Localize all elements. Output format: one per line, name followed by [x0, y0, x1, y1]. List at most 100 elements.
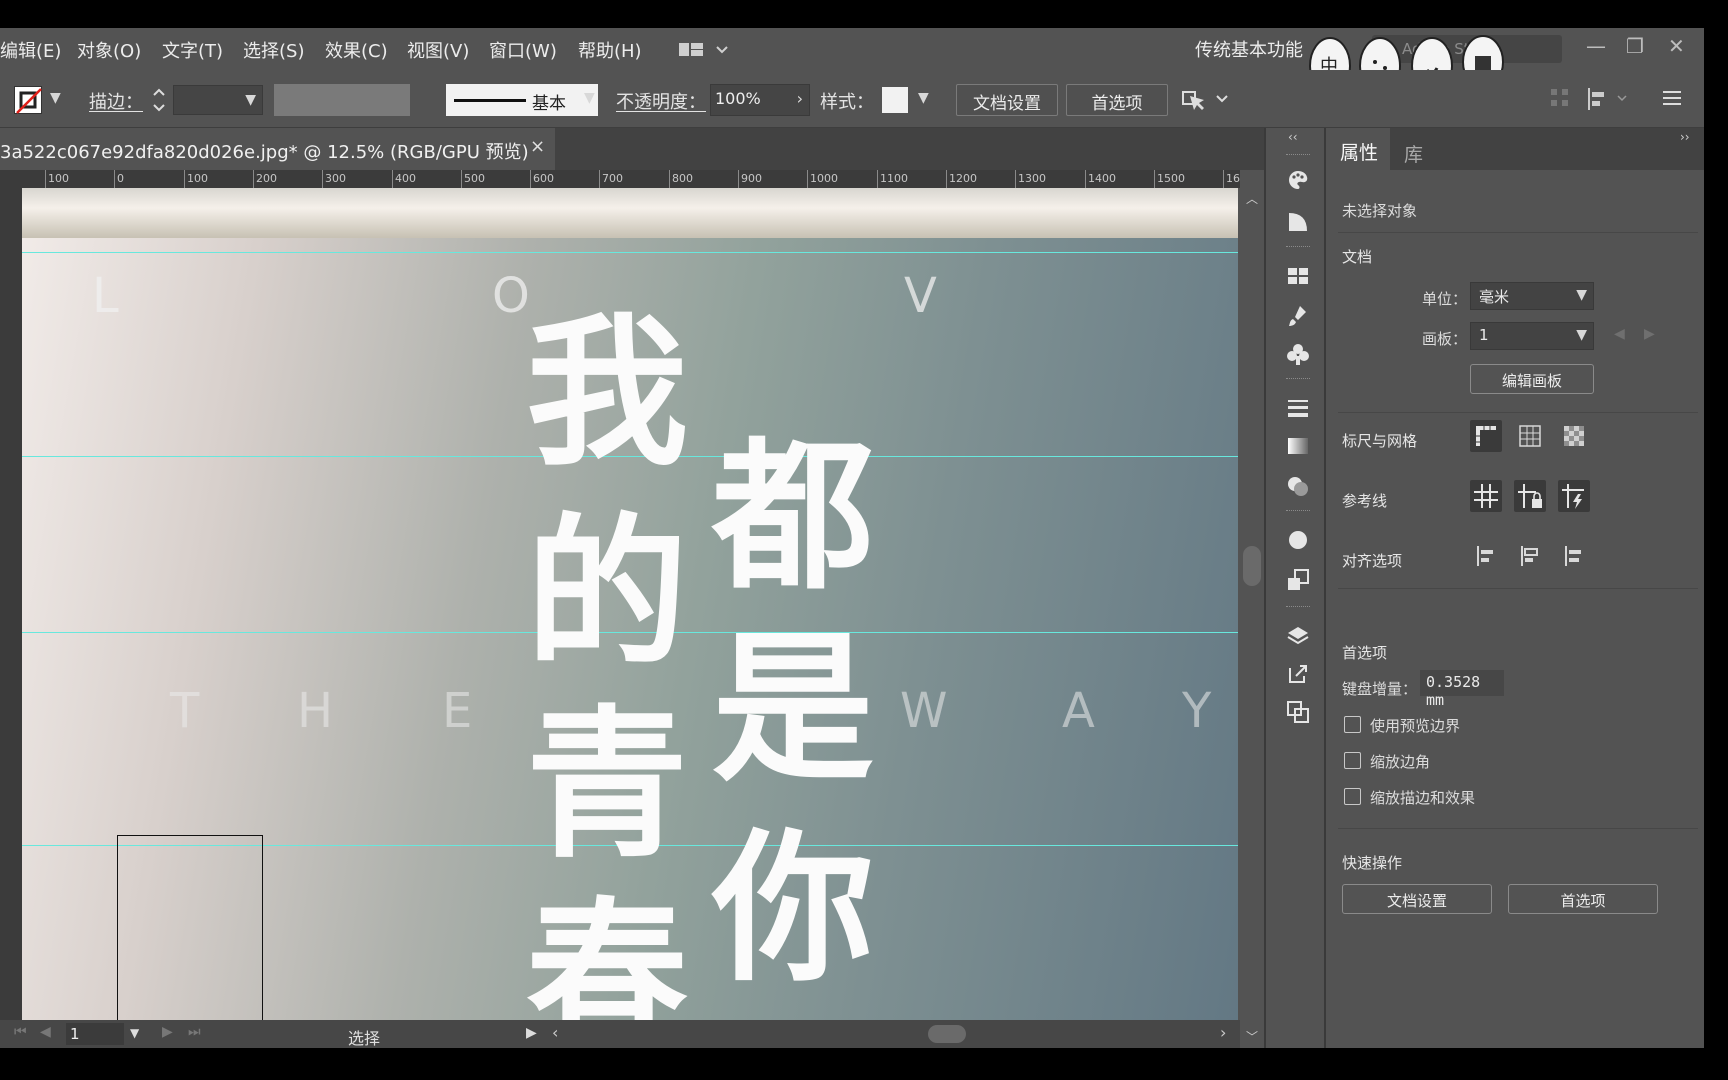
- menu-object[interactable]: 对象(O): [77, 37, 141, 63]
- stroke-label[interactable]: 描边：: [89, 88, 143, 114]
- close-window-icon[interactable]: ✕: [1668, 34, 1685, 58]
- graphic-style-swatch[interactable]: [882, 87, 908, 113]
- align-options-title: 对齐选项: [1342, 552, 1403, 570]
- restore-icon[interactable]: ❐: [1626, 34, 1644, 58]
- chevron-right-icon[interactable]: ›: [797, 89, 803, 108]
- units-dropdown[interactable]: 毫米 ▼: [1470, 282, 1594, 310]
- document-tab[interactable]: 3a522c067e92dfa820d026e.jpg* @ 12.5% (RG…: [0, 128, 555, 170]
- artboard-number-input[interactable]: 1: [66, 1023, 124, 1045]
- status-menu-icon[interactable]: ▶: [526, 1025, 537, 1041]
- arrange-documents-icon[interactable]: [678, 40, 728, 60]
- transparency-grid-icon[interactable]: [1558, 420, 1590, 452]
- chevron-down-icon[interactable]: ▼: [245, 92, 256, 108]
- stroke-panel-icon[interactable]: [1286, 396, 1310, 420]
- color-guide-icon[interactable]: [1286, 210, 1310, 234]
- menu-effect[interactable]: 效果(C): [325, 37, 388, 63]
- symbols-icon[interactable]: [1286, 342, 1310, 366]
- rectangle-shape[interactable]: [117, 835, 263, 1020]
- align-options-icon[interactable]: [1586, 86, 1632, 112]
- preview-bounds-checkbox[interactable]: [1344, 716, 1361, 733]
- menu-select[interactable]: 选择(S): [243, 37, 304, 63]
- panel-grip[interactable]: [1286, 378, 1310, 381]
- artboards-icon[interactable]: [1286, 700, 1310, 724]
- select-similar-icon[interactable]: [1180, 86, 1230, 114]
- lock-guides-icon[interactable]: [1514, 480, 1546, 512]
- first-artboard-icon[interactable]: ⏮: [14, 1024, 27, 1040]
- menu-edit[interactable]: 编辑(E): [0, 37, 61, 63]
- vertical-scrollbar[interactable]: ︿ ﹀: [1240, 188, 1264, 1048]
- chevron-down-icon[interactable]: ▼: [918, 90, 929, 106]
- tab-properties[interactable]: 属性: [1328, 128, 1391, 170]
- quick-preferences-button[interactable]: 首选项: [1508, 884, 1658, 914]
- menu-help[interactable]: 帮助(H): [578, 37, 642, 63]
- layers-icon[interactable]: [1286, 624, 1310, 648]
- panel-menu-icon[interactable]: [1660, 86, 1684, 110]
- transparency-icon[interactable]: [1286, 474, 1310, 498]
- edit-artboards-button[interactable]: 编辑画板: [1470, 364, 1594, 394]
- gradient-icon[interactable]: [1286, 434, 1310, 458]
- collapse-panels-icon[interactable]: ‹‹: [1288, 130, 1298, 144]
- align-grid-icon[interactable]: [1548, 86, 1572, 110]
- vertical-ruler[interactable]: [0, 188, 22, 1048]
- scroll-right-icon[interactable]: ›: [1220, 1023, 1226, 1042]
- stroke-swatch-none-icon[interactable]: [14, 86, 42, 114]
- color-palette-icon[interactable]: [1286, 168, 1310, 192]
- menu-view[interactable]: 视图(V): [407, 37, 469, 63]
- keyboard-increment-input[interactable]: 0.3528 mm: [1420, 670, 1504, 709]
- swatches-icon[interactable]: [1286, 264, 1310, 288]
- scroll-left-icon[interactable]: ‹: [552, 1023, 558, 1042]
- variable-width-profile[interactable]: [274, 84, 410, 116]
- panel-grip[interactable]: [1286, 246, 1310, 249]
- next-artboard-icon[interactable]: ▶: [1644, 326, 1655, 342]
- align-to-selection-icon[interactable]: [1470, 540, 1502, 572]
- align-to-key-object-icon[interactable]: [1514, 540, 1546, 572]
- chevron-down-icon[interactable]: ▼: [130, 1026, 139, 1040]
- horizontal-ruler[interactable]: 100 0 100 200 300 400 500 600 700 800 900 1000 1100 1…: [0, 170, 1240, 188]
- scale-strokes-checkbox[interactable]: [1344, 788, 1361, 805]
- appearance-icon[interactable]: [1286, 528, 1310, 552]
- collapse-panel-icon[interactable]: ››: [1680, 130, 1690, 144]
- artboard-dropdown[interactable]: 1 ▼: [1470, 322, 1594, 350]
- panel-grip[interactable]: [1286, 154, 1310, 157]
- opacity-label[interactable]: 不透明度：: [616, 88, 706, 114]
- menu-window[interactable]: 窗口(W): [489, 37, 557, 63]
- opacity-input[interactable]: 100% ›: [710, 84, 810, 116]
- minimize-icon[interactable]: —: [1586, 34, 1606, 58]
- rulers-icon[interactable]: [1470, 420, 1502, 452]
- style-label: 样式：: [820, 92, 874, 113]
- vertical-scroll-thumb[interactable]: [1243, 546, 1261, 586]
- show-guides-icon[interactable]: [1470, 480, 1502, 512]
- graphic-styles-icon[interactable]: [1286, 568, 1310, 592]
- brushes-icon[interactable]: [1286, 304, 1310, 328]
- asset-export-icon[interactable]: [1286, 662, 1310, 686]
- smart-guides-icon[interactable]: [1558, 480, 1590, 512]
- scroll-down-icon[interactable]: ﹀: [1246, 1028, 1258, 1045]
- title-char: 你: [712, 814, 874, 1004]
- document-setup-button[interactable]: 文档设置: [956, 84, 1058, 116]
- stroke-stepper-icon[interactable]: [150, 84, 168, 116]
- brush-definition-dropdown[interactable]: 基本: [446, 84, 598, 116]
- menu-bar: 编辑(E) 对象(O) 文字(T) 选择(S) 效果(C) 视图(V) 窗口(W…: [0, 28, 1704, 96]
- next-artboard-icon[interactable]: ▶: [162, 1024, 173, 1040]
- chevron-down-icon[interactable]: ▼: [50, 90, 61, 106]
- tab-libraries[interactable]: 库: [1404, 140, 1423, 167]
- quick-document-setup-button[interactable]: 文档设置: [1342, 884, 1492, 914]
- previous-artboard-icon[interactable]: ◀: [1614, 326, 1625, 342]
- chevron-down-icon[interactable]: ▼: [584, 90, 595, 106]
- panel-grip[interactable]: [1286, 606, 1310, 609]
- guide-line[interactable]: [22, 252, 1238, 253]
- align-to-artboard-icon[interactable]: [1558, 540, 1590, 572]
- close-tab-icon[interactable]: ×: [530, 136, 545, 157]
- previous-artboard-icon[interactable]: ◀: [40, 1024, 51, 1040]
- artboard-canvas[interactable]: L O V T H E W A Y 我 的 青 春 都 是 你: [22, 188, 1238, 1020]
- preferences-button[interactable]: 首选项: [1066, 84, 1168, 116]
- workspace-switcher[interactable]: 传统基本功能: [1195, 36, 1303, 62]
- menu-type[interactable]: 文字(T): [162, 37, 223, 63]
- scroll-up-icon[interactable]: ︿: [1246, 190, 1258, 207]
- stroke-weight-input[interactable]: ▼: [173, 85, 263, 115]
- scale-corners-checkbox[interactable]: [1344, 752, 1361, 769]
- panel-grip[interactable]: [1286, 510, 1310, 513]
- grid-icon[interactable]: [1514, 420, 1546, 452]
- last-artboard-icon[interactable]: ⏭: [188, 1024, 201, 1040]
- horizontal-scroll-thumb[interactable]: [928, 1025, 966, 1043]
